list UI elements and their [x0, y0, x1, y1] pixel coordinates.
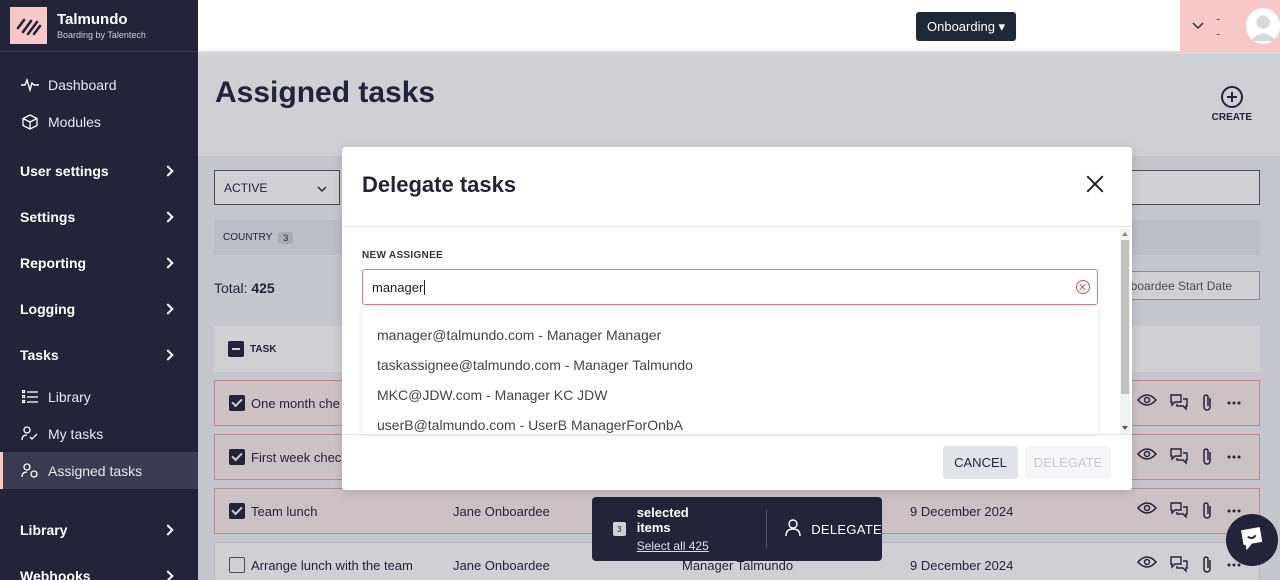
group-label: Library — [20, 522, 68, 538]
sidebar-item-assigned-tasks[interactable]: Assigned tasks — [0, 452, 198, 489]
user-check-icon — [20, 425, 40, 442]
user-name: - - — [1216, 11, 1221, 41]
select-all-link[interactable]: Select all 425 — [637, 539, 725, 553]
selected-count-badge: 3 — [613, 522, 626, 536]
user-menu[interactable]: - - — [1180, 0, 1280, 52]
scrollbar[interactable] — [1120, 228, 1130, 434]
top-bar: Onboarding ▾ - - — [198, 0, 1280, 54]
sidebar-item-label: Dashboard — [48, 76, 117, 93]
user-icon — [785, 518, 801, 540]
divider — [766, 510, 768, 548]
assignee-input-value: manager — [372, 279, 424, 295]
assignee-option[interactable]: MKC@JDW.com - Manager KC JDW — [362, 380, 1098, 410]
cancel-button[interactable]: CANCEL — [943, 446, 1018, 479]
chevron-right-icon — [162, 257, 174, 269]
assignee-option[interactable]: manager@talmundo.com - Manager Manager — [362, 320, 1098, 350]
brand-name: Talmundo — [57, 11, 128, 28]
sidebar-group-user-settings[interactable]: User settings — [0, 148, 198, 194]
chevron-right-icon — [162, 524, 174, 536]
chevron-right-icon — [162, 165, 174, 177]
scroll-up-icon[interactable] — [1122, 232, 1128, 236]
selection-toolbar: 3 selected items Select all 425 DELEGATE — [592, 497, 882, 561]
sidebar-group-webhooks[interactable]: Webhooks — [0, 553, 198, 580]
group-label: Tasks — [20, 347, 59, 363]
assignee-option[interactable]: userB@talmundo.com - UserB ManagerForOnb… — [362, 410, 1098, 434]
sidebar-item-label: Assigned tasks — [48, 462, 143, 479]
bulk-delegate-button[interactable]: DELEGATE — [785, 518, 883, 540]
assignee-suggestions: manager@talmundo.com - Manager Manager t… — [362, 306, 1098, 434]
pulse-icon — [20, 77, 40, 92]
sidebar: Talmundo Boarding by Talentech Dashboard… — [0, 0, 198, 580]
avatar — [1245, 8, 1280, 44]
delegate-button[interactable]: DELEGATE — [1025, 446, 1111, 479]
onboarding-dropdown[interactable]: Onboarding ▾ — [916, 12, 1017, 41]
sidebar-item-label: Library — [48, 388, 91, 405]
scroll-down-icon[interactable] — [1122, 426, 1128, 430]
sidebar-item-library[interactable]: Library — [0, 378, 198, 415]
scroll-thumb[interactable] — [1121, 240, 1129, 394]
sidebar-item-my-tasks[interactable]: My tasks — [0, 415, 198, 452]
sidebar-item-label: My tasks — [48, 425, 104, 442]
brand-tagline: Boarding by Talentech — [57, 30, 146, 40]
group-label: Settings — [20, 209, 76, 225]
group-label: Reporting — [20, 255, 87, 271]
group-label: User settings — [20, 163, 109, 179]
chevron-right-icon — [162, 211, 174, 223]
cube-icon — [20, 113, 40, 130]
chevron-right-icon — [162, 349, 174, 361]
sidebar-item-label: Modules — [48, 113, 101, 130]
clear-input-icon[interactable] — [1076, 280, 1090, 294]
bulk-delegate-label: DELEGATE — [811, 521, 883, 537]
selected-items-label: selected items — [636, 505, 689, 535]
new-assignee-input[interactable]: manager — [362, 269, 1098, 305]
sidebar-group-tasks[interactable]: Tasks — [0, 332, 198, 378]
list-icon — [20, 389, 40, 404]
assignee-option[interactable]: taskassignee@talmundo.com - Manager Talm… — [362, 350, 1098, 380]
chat-icon — [1237, 523, 1267, 558]
chevron-right-icon — [162, 570, 174, 580]
talmundo-logo-icon — [10, 7, 47, 44]
close-icon[interactable] — [1086, 175, 1104, 193]
dialog-title: Delegate tasks — [362, 172, 517, 197]
text-caret — [424, 279, 426, 295]
new-assignee-label: NEW ASSIGNEE — [362, 250, 444, 261]
help-chat-button[interactable] — [1226, 514, 1278, 566]
group-label: Webhooks — [20, 568, 91, 580]
delegate-tasks-dialog: Delegate tasks NEW ASSIGNEE manager mana… — [342, 147, 1132, 490]
brand[interactable]: Talmundo Boarding by Talentech — [0, 0, 198, 52]
sidebar-group-logging[interactable]: Logging — [0, 286, 198, 332]
group-label: Logging — [20, 301, 76, 317]
sidebar-item-modules[interactable]: Modules — [0, 103, 198, 140]
sidebar-group-settings[interactable]: Settings — [0, 194, 198, 240]
sidebar-group-reporting[interactable]: Reporting — [0, 240, 198, 286]
chevron-right-icon — [162, 303, 174, 315]
chevron-down-icon — [1192, 17, 1204, 35]
sidebar-item-dashboard[interactable]: Dashboard — [0, 66, 198, 103]
sidebar-group-library[interactable]: Library — [0, 507, 198, 553]
user-gear-icon — [20, 462, 40, 479]
